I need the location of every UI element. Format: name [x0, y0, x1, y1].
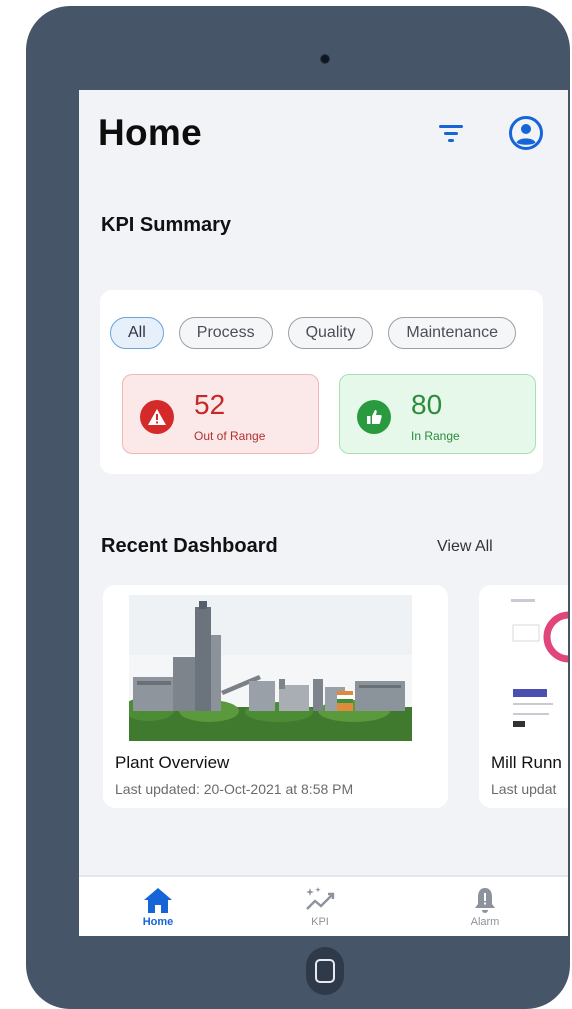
bottom-navigation: Home KPI Alarm: [79, 875, 568, 936]
sparkle-trend-icon: [306, 887, 335, 910]
nav-label-home: Home: [142, 916, 174, 928]
nav-item-kpi[interactable]: KPI: [280, 885, 360, 928]
nav-label-kpi: KPI: [311, 916, 329, 928]
dashboard-updated: Last updated: 20-Oct-2021 at 8:58 PM: [115, 781, 354, 797]
dashboard-name: Mill Runn: [491, 753, 562, 772]
plant-overview-thumbnail: [129, 595, 412, 741]
device-home-button[interactable]: [306, 947, 344, 995]
nav-label-alarm: Alarm: [470, 916, 500, 928]
bell-icon: [475, 888, 495, 913]
nav-item-alarm[interactable]: Alarm: [445, 885, 525, 928]
recent-dashboard-title: Recent Dashboard: [101, 535, 278, 557]
nav-item-home[interactable]: Home: [118, 885, 198, 928]
dashboard-updated: Last updat: [491, 781, 557, 797]
in-range-value: 80: [411, 389, 443, 420]
dashboard-name: Plant Overview: [115, 753, 230, 772]
kpi-filter-chips: All Process Quality Maintenance: [110, 317, 516, 349]
filter-icon[interactable]: [437, 121, 465, 145]
chip-all[interactable]: All: [110, 317, 164, 349]
page-title: Home: [98, 112, 202, 153]
mill-running-thumbnail: [509, 595, 568, 741]
thumbs-up-icon: [357, 400, 391, 434]
kpi-summary-title: KPI Summary: [101, 214, 232, 236]
chip-quality[interactable]: Quality: [287, 317, 374, 349]
warning-icon: [140, 400, 174, 434]
in-range-stat[interactable]: 80 In Range: [339, 374, 536, 454]
home-icon: [144, 888, 172, 913]
out-of-range-stat[interactable]: 52 Out of Range: [122, 374, 319, 454]
dashboard-card-plant-overview[interactable]: Plant Overview Last updated: 20-Oct-2021…: [103, 585, 448, 808]
tablet-device-frame: Home KPI Summary All Process Quality Mai…: [26, 6, 570, 1009]
chip-maintenance[interactable]: Maintenance: [388, 317, 516, 349]
out-of-range-value: 52: [194, 389, 226, 420]
in-range-label: In Range: [411, 429, 460, 443]
dashboard-card-mill-running[interactable]: Mill Runn Last updat: [479, 585, 568, 808]
app-screen: Home KPI Summary All Process Quality Mai…: [79, 90, 568, 936]
out-of-range-label: Out of Range: [194, 429, 266, 443]
home-button-glyph: [315, 959, 335, 983]
camera-dot: [320, 54, 330, 64]
account-circle-icon[interactable]: [508, 115, 544, 151]
kpi-summary-card: All Process Quality Maintenance 52 Out o…: [100, 290, 543, 474]
chip-process[interactable]: Process: [178, 317, 273, 349]
view-all-link[interactable]: View All: [437, 538, 493, 556]
